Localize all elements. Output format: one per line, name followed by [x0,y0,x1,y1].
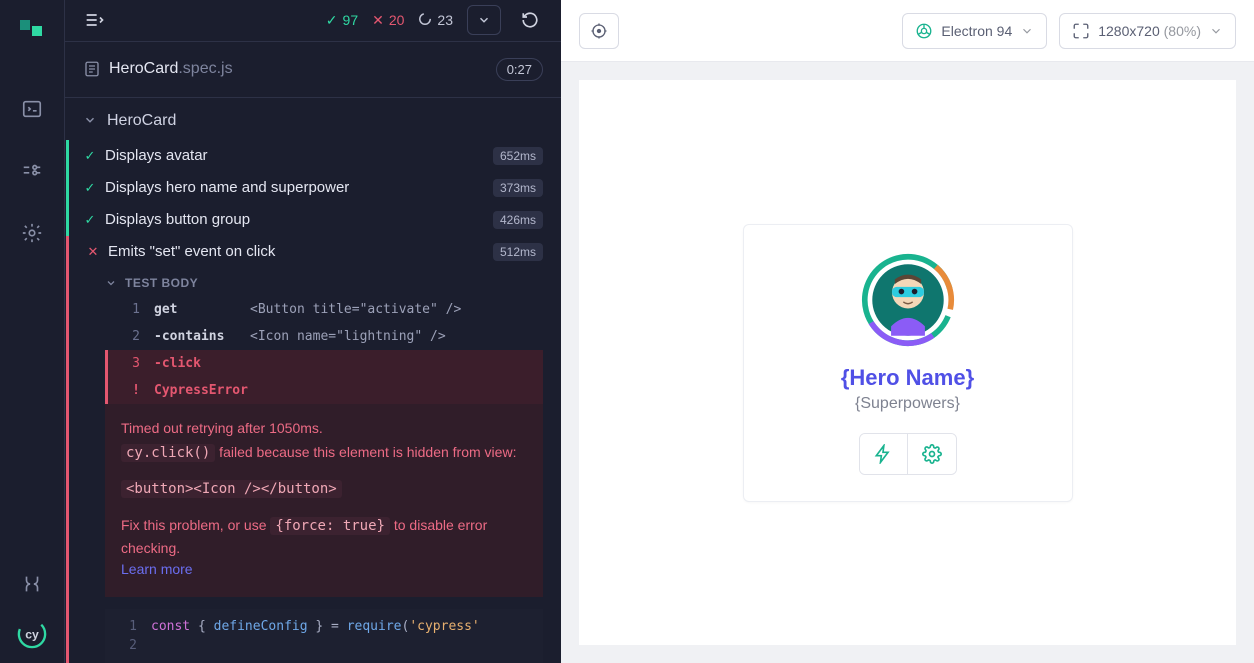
command-name: -contains [154,329,250,344]
test-row[interactable]: ✓ Displays avatar 652ms [69,140,561,172]
viewport-selector-button[interactable]: 1280x720 (80%) [1059,13,1236,49]
stat-passed-count: 97 [343,12,359,28]
error-code: cy.click() [121,444,215,462]
hero-name: {Hero Name} [764,365,1052,391]
check-icon: ✓ [326,12,338,29]
error-name: CypressError [154,383,250,398]
pending-icon [418,12,432,29]
stat-pending: 23 [418,12,453,29]
test-title: Emits "set" event on click [108,243,275,260]
nav-runs-icon[interactable] [19,158,45,184]
aut-panel: Electron 94 1280x720 (80%) [561,0,1254,663]
command-name: -click [154,356,250,371]
app-logo [18,18,46,46]
check-icon: ✓ [83,212,97,228]
command-row[interactable]: 3 -click [105,350,543,377]
hero-button-group [859,433,957,475]
error-snippet: <button><Icon /></button> [121,478,527,501]
command-log: 1 get <Button title="activate" /> 2 -con… [105,296,543,404]
stack-code-block: 1 const { defineConfig } = require('cypr… [105,609,543,663]
reporter-toolbar: ✓ 97 ✕ 20 23 [65,0,561,42]
command-number: 3 [118,356,140,371]
stat-failed: ✕ 20 [372,12,404,29]
settings-button[interactable] [908,434,956,474]
suite-row[interactable]: HeroCard [65,98,561,140]
keyboard-shortcuts-icon[interactable] [19,571,45,597]
test-body-label: TEST BODY [125,276,198,290]
command-row[interactable]: 1 get <Button title="activate" /> [105,296,543,323]
hero-superpowers: {Superpowers} [764,395,1052,413]
tests-list: ✓ Displays avatar 652ms ✓ Displays hero … [66,140,561,663]
hero-card-component: {Hero Name} {Superpowers} [743,224,1073,502]
check-icon: ✓ [83,180,97,196]
chevron-down-icon [83,113,99,129]
spec-file-name: HeroCard.spec.js [109,60,233,78]
command-number: ! [118,383,140,398]
test-title: Displays avatar [105,147,208,164]
nav-settings-icon[interactable] [19,220,45,246]
test-stats: ✓ 97 ✕ 20 23 [326,5,545,35]
test-title: Displays button group [105,211,250,228]
svg-text:cy: cy [25,628,39,642]
rerun-button[interactable] [515,5,545,35]
error-fix-line: Fix this problem, or use {force: true} t… [121,515,527,559]
test-body-toggle[interactable]: TEST BODY [105,276,543,290]
aut-viewport: {Hero Name} {Superpowers} [561,62,1254,663]
activate-button[interactable] [860,434,908,474]
expand-specs-button[interactable] [81,6,109,34]
test-duration: 652ms [493,147,543,165]
browser-selector-button[interactable]: Electron 94 [902,13,1047,49]
nav-specs-icon[interactable] [19,96,45,122]
command-arg: <Icon name="lightning" /> [250,329,446,344]
viewport-size: 1280x720 (80%) [1098,23,1201,39]
aut-toolbar: Electron 94 1280x720 (80%) [561,0,1254,62]
selector-playground-button[interactable] [579,13,619,49]
error-timeout: Timed out retrying after 1050ms. [121,418,527,440]
test-duration: 373ms [493,179,543,197]
test-row[interactable]: ✕ Emits "set" event on click 512ms [72,236,561,268]
stat-failed-count: 20 [389,12,405,28]
error-box: Timed out retrying after 1050ms. cy.clic… [105,404,543,597]
options-dropdown-button[interactable] [467,5,501,35]
test-row[interactable]: ✓ Displays button group 426ms [69,204,561,236]
cypress-badge-icon: cy [17,619,47,649]
spec-file-row[interactable]: HeroCard.spec.js 0:27 [65,42,561,98]
test-reporter-panel: ✓ 97 ✕ 20 23 HeroC [64,0,561,663]
command-name: get [154,302,250,317]
aut-canvas: {Hero Name} {Superpowers} [579,80,1236,645]
command-number: 2 [118,329,140,344]
file-icon [83,60,101,78]
test-body: TEST BODY 1 get <Button title="activate"… [72,268,561,663]
x-icon: ✕ [86,244,100,260]
spec-duration: 0:27 [496,58,543,81]
stat-passed: ✓ 97 [326,12,358,29]
command-number: 1 [118,302,140,317]
suite-name: HeroCard [107,112,176,130]
nav-sidebar: cy [0,0,64,663]
x-icon: ✕ [372,12,384,29]
test-row[interactable]: ✓ Displays hero name and superpower 373m… [69,172,561,204]
test-title: Displays hero name and superpower [105,179,349,196]
learn-more-link[interactable]: Learn more [121,559,527,581]
error-reason-line: cy.click() failed because this element i… [121,442,527,465]
avatar [861,253,955,347]
code-line: 2 [105,636,543,655]
check-icon: ✓ [83,148,97,164]
command-row[interactable]: 2 -contains <Icon name="lightning" /> [105,323,543,350]
browser-name: Electron 94 [941,23,1012,39]
command-error-row[interactable]: ! CypressError [105,377,543,404]
test-duration: 426ms [493,211,543,229]
stat-pending-count: 23 [437,12,453,28]
code-line: 1 const { defineConfig } = require('cypr… [105,617,543,636]
test-duration: 512ms [493,243,543,261]
command-arg: <Button title="activate" /> [250,302,461,317]
